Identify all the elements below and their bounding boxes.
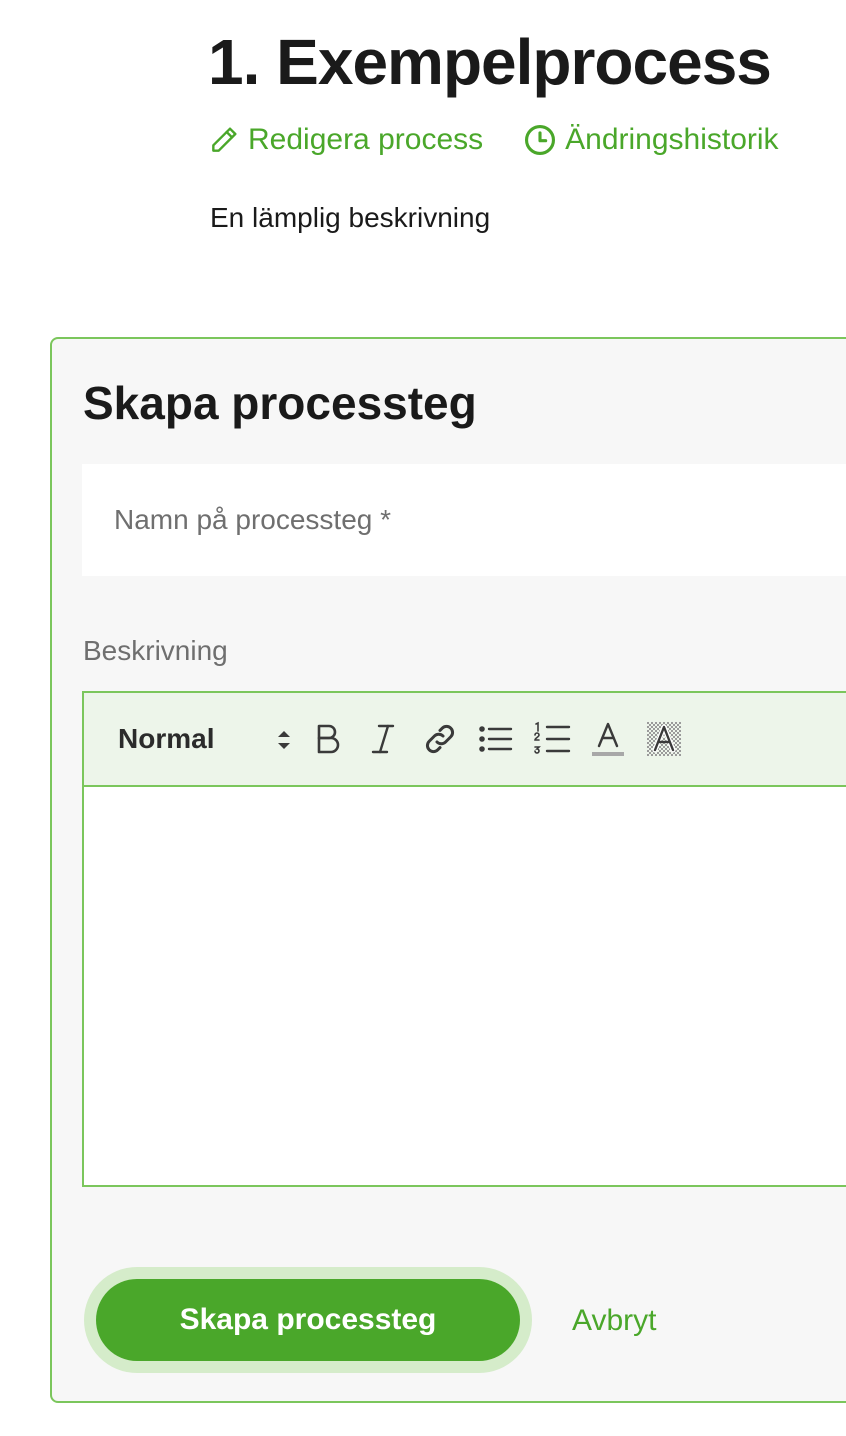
- change-history-label: Ändringshistorik: [565, 123, 779, 156]
- process-actions: Redigera process Ändringshistorik: [208, 118, 779, 162]
- panel-title: Skapa processteg: [83, 377, 477, 429]
- bullet-list-icon: [479, 726, 513, 752]
- step-name-input[interactable]: [82, 464, 846, 576]
- bullet-list-button[interactable]: [474, 717, 518, 761]
- text-color-icon: [592, 722, 624, 756]
- submit-button-focus-ring: Skapa processteg: [84, 1267, 532, 1373]
- create-step-button[interactable]: Skapa processteg: [96, 1279, 520, 1361]
- numbered-list-button[interactable]: [530, 717, 574, 761]
- create-step-panel: Skapa processteg Beskrivning Normal: [50, 337, 846, 1403]
- format-select[interactable]: Normal: [118, 719, 294, 759]
- bold-icon: [317, 724, 340, 754]
- cancel-link[interactable]: Avbryt: [572, 1301, 656, 1341]
- numbered-list-icon: [534, 721, 571, 754]
- select-arrows-icon: [278, 731, 290, 749]
- bold-button[interactable]: [306, 717, 350, 761]
- pencil-icon: [212, 127, 237, 152]
- editor-toolbar: Normal: [84, 693, 846, 787]
- process-description: En lämplig beskrivning: [210, 202, 491, 233]
- clock-icon: [525, 124, 556, 156]
- change-history-link[interactable]: Ändringshistorik: [523, 123, 779, 157]
- italic-button[interactable]: [362, 717, 406, 761]
- edit-process-link[interactable]: Redigera process: [208, 123, 483, 157]
- format-select-value: Normal: [118, 723, 215, 754]
- editor-content-area[interactable]: [84, 787, 846, 1185]
- text-color-button[interactable]: [586, 717, 630, 761]
- highlight-color-icon: [647, 722, 681, 756]
- description-label: Beskrivning: [83, 635, 228, 666]
- link-icon: [426, 725, 454, 753]
- italic-icon: [371, 724, 395, 754]
- page-title: 1. Exempelprocess: [208, 26, 772, 98]
- page: 1. Exempelprocess Redigera process Ändri…: [0, 0, 846, 1436]
- highlight-color-button[interactable]: [642, 717, 686, 761]
- link-button[interactable]: [418, 717, 462, 761]
- edit-process-label: Redigera process: [248, 123, 484, 156]
- rich-text-editor: Normal: [82, 691, 846, 1187]
